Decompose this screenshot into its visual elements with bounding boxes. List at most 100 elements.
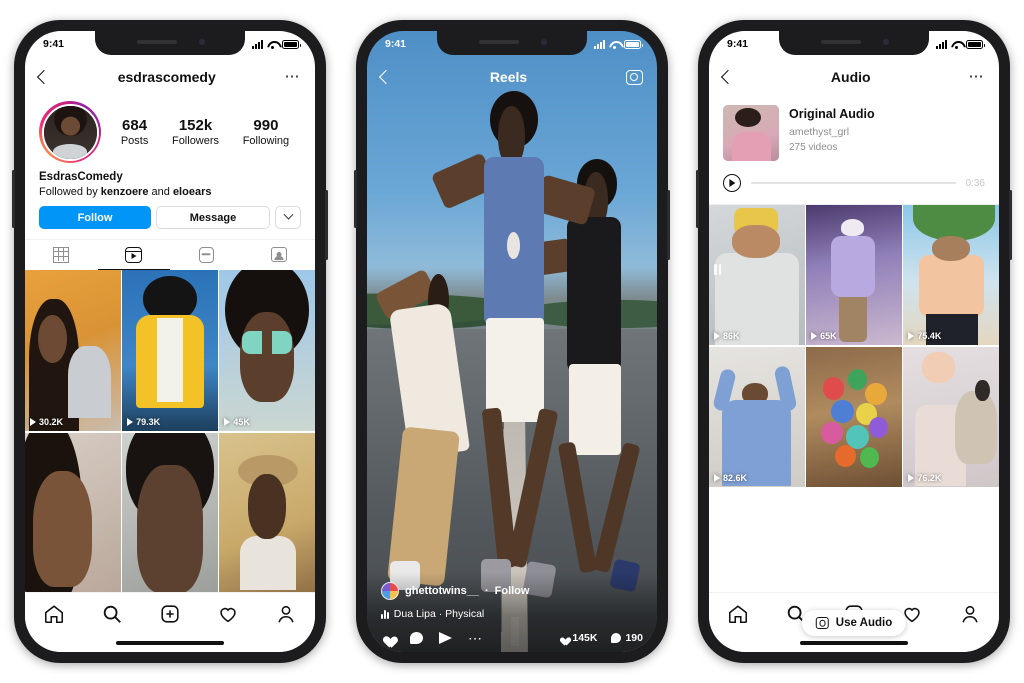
screen-profile: 9:41 esdrascomedy ⋯ 684 Posts 152k Follo… — [25, 31, 315, 652]
reel-username[interactable]: ghettotwins__ — [405, 585, 479, 597]
profile-body: 684 Posts 152k Followers 990 Following E… — [25, 97, 315, 592]
igtv-tab[interactable] — [170, 240, 243, 270]
back-icon[interactable] — [36, 69, 52, 85]
profile-action-buttons: Follow Message — [25, 198, 315, 229]
screen-audio: 9:41 Audio ⋯ Original Audio amethyst_grl… — [709, 31, 999, 652]
view-count: 45K — [224, 417, 250, 427]
home-tab[interactable] — [43, 603, 65, 625]
following-label: Following — [242, 135, 290, 147]
reels-grid: 30.2K 79.3K 45K — [25, 270, 315, 592]
more-options-button[interactable] — [275, 206, 301, 229]
stat-followers[interactable]: 152k Followers — [172, 117, 219, 147]
grid-item[interactable] — [219, 432, 315, 592]
grid-item[interactable] — [122, 432, 218, 592]
grid-item[interactable] — [25, 432, 121, 592]
home-indicator — [709, 634, 999, 652]
avatar[interactable] — [381, 582, 399, 600]
grid-tab[interactable] — [25, 240, 98, 270]
back-icon[interactable] — [720, 69, 736, 85]
profile-tab[interactable] — [275, 603, 297, 625]
audio-info-section: Original Audio amethyst_grl 275 videos — [709, 97, 999, 161]
grid-item[interactable]: 30.2K — [25, 270, 121, 431]
view-count: 82.6K — [714, 473, 747, 483]
follow-link[interactable]: Follow — [495, 585, 530, 597]
followers-count: 152k — [178, 117, 213, 134]
ellipsis-icon[interactable]: ⋯ — [969, 69, 986, 84]
grid-item[interactable]: 75.4K — [903, 205, 999, 345]
comment-button[interactable] — [410, 632, 423, 644]
search-tab[interactable] — [101, 603, 123, 625]
view-count-text: 76.2K — [917, 472, 942, 483]
share-button[interactable] — [439, 632, 452, 644]
back-icon[interactable] — [378, 69, 394, 85]
wifi-icon — [951, 40, 962, 49]
wifi-icon — [267, 40, 278, 49]
home-indicator — [25, 634, 315, 652]
like-button[interactable] — [381, 632, 394, 644]
bottom-navigation — [25, 592, 315, 634]
message-button[interactable]: Message — [156, 206, 270, 229]
profile-tabbar — [25, 239, 315, 270]
stat-following[interactable]: 990 Following — [243, 117, 289, 147]
status-time: 9:41 — [385, 38, 407, 50]
play-circle-icon[interactable] — [723, 174, 741, 192]
profile-tab[interactable] — [959, 603, 981, 625]
audio-progress-track[interactable] — [751, 182, 956, 184]
like-count-group[interactable]: 145K — [558, 632, 597, 644]
activity-tab[interactable] — [217, 603, 239, 625]
reel-actions: ⋯ 145K 190 — [381, 631, 643, 645]
use-audio-button[interactable]: Use Audio — [801, 610, 907, 636]
stat-posts[interactable]: 684 Posts — [121, 117, 149, 147]
ellipsis-icon[interactable]: ⋯ — [468, 631, 483, 645]
play-icon — [224, 418, 231, 426]
audio-cover-thumbnail[interactable] — [723, 105, 779, 161]
grid-item[interactable] — [806, 346, 902, 487]
view-count-text: 45K — [233, 417, 250, 427]
reel-video[interactable] — [367, 31, 657, 652]
reels-tab[interactable] — [97, 240, 170, 270]
chevron-down-icon — [283, 209, 293, 220]
followed-by-join: and — [148, 186, 173, 198]
grid-item[interactable]: 79.3K — [122, 270, 218, 431]
profile-navbar: esdrascomedy ⋯ — [25, 57, 315, 97]
battery-icon — [282, 39, 301, 49]
followers-label: Followers — [171, 135, 220, 147]
home-tab[interactable] — [727, 603, 749, 625]
followed-by-user1[interactable]: kenzoere — [101, 186, 149, 198]
audio-author[interactable]: amethyst_grl — [789, 126, 985, 138]
page-title: Audio — [830, 69, 871, 85]
grid-item[interactable]: 82.6K — [709, 346, 805, 487]
reels-navbar: Reels — [367, 57, 657, 97]
grid-item[interactable]: 86K — [709, 205, 805, 345]
reel-audio-row[interactable]: Dua Lipa · Physical — [381, 608, 643, 620]
followed-by-user2[interactable]: eloears — [173, 186, 212, 198]
reel-overlay: ghettotwins__ · Follow Dua Lipa · Physic… — [367, 572, 657, 652]
grid-item[interactable]: 45K — [219, 270, 315, 431]
tagged-tab[interactable] — [243, 240, 316, 270]
pause-icon — [714, 263, 721, 275]
create-tab[interactable] — [159, 603, 181, 625]
heart-icon — [558, 634, 568, 643]
play-icon — [127, 418, 134, 426]
view-count-text: 75.4K — [917, 331, 942, 341]
wifi-icon — [609, 40, 620, 49]
audio-reels-grid: 86K 65K 75.4K 82.6K 76.2K — [709, 205, 999, 592]
grid-item[interactable]: 65K — [806, 205, 902, 345]
follow-button[interactable]: Follow — [39, 206, 151, 229]
status-bar: 9:41 — [25, 31, 315, 57]
reel-author-row[interactable]: ghettotwins__ · Follow — [381, 582, 643, 600]
avatar[interactable] — [39, 101, 101, 163]
camera-icon[interactable] — [625, 69, 643, 85]
grid-item[interactable]: 76.2K — [903, 346, 999, 487]
audio-navbar: Audio ⋯ — [709, 57, 999, 97]
following-count: 990 — [253, 117, 279, 134]
play-icon — [811, 332, 818, 340]
status-bar: 9:41 — [709, 31, 999, 57]
comment-count-group[interactable]: 190 — [611, 632, 643, 644]
audio-video-count: 275 videos — [789, 142, 838, 153]
play-icon — [714, 473, 720, 482]
phone-reels: 9:41 Reels ghettotwins__ · Follow Dua Li… — [354, 20, 670, 663]
view-count-text: 30.2K — [39, 417, 64, 427]
ellipsis-icon[interactable]: ⋯ — [285, 69, 302, 84]
like-count: 145K — [572, 632, 598, 644]
